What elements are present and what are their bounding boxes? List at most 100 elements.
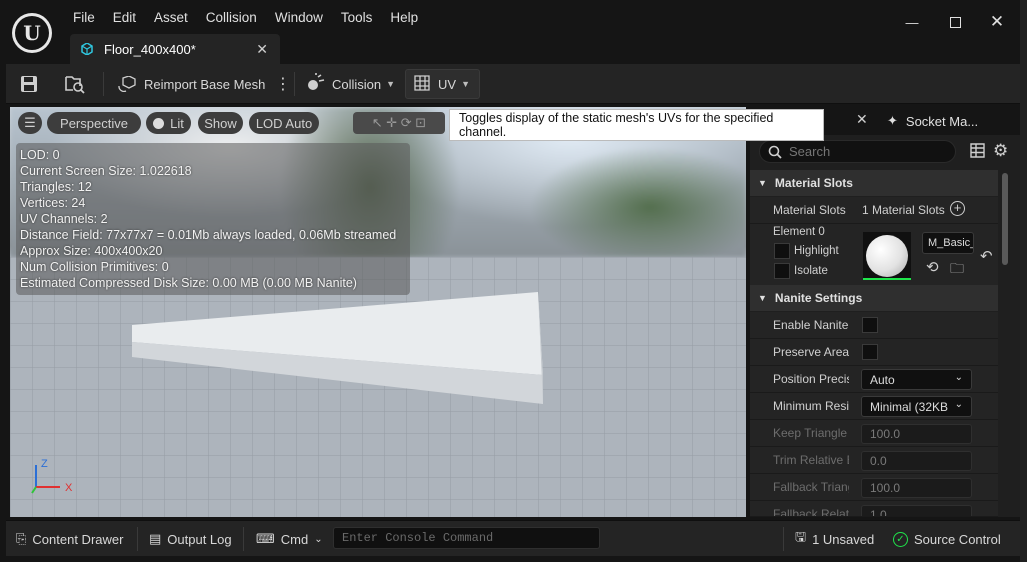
details-search-box[interactable] xyxy=(759,140,956,163)
menu-tools[interactable]: Tools xyxy=(332,6,382,28)
tab-socket-manager[interactable]: ✦ Socket Ma... xyxy=(875,107,1020,135)
static-mesh-icon xyxy=(81,43,93,55)
reimport-icon xyxy=(118,76,136,92)
collision-icon xyxy=(308,73,325,90)
lit-sphere-icon xyxy=(153,117,165,129)
property-label: Fallback Relativ xyxy=(773,507,849,517)
perspective-button[interactable]: Perspective xyxy=(47,112,141,134)
uv-grid-icon xyxy=(414,75,430,91)
maximize-icon[interactable] xyxy=(941,10,969,34)
menu-asset[interactable]: Asset xyxy=(145,6,197,28)
menu-file[interactable]: File xyxy=(64,6,104,28)
position-precision-dropdown[interactable]: Auto ⌄ xyxy=(861,369,972,390)
dropdown-value: Minimal (32KB) xyxy=(870,399,948,414)
cmd-dropdown[interactable]: ⌨ Cmd ⌄ xyxy=(256,521,323,557)
document-tab-title: Floor_400x400* xyxy=(104,41,196,57)
chevron-down-icon: ▼ xyxy=(386,79,396,89)
title-bar: U File Edit Asset Collision Window Tools… xyxy=(0,0,1027,64)
use-selected-icon[interactable]: ⟲ xyxy=(926,258,939,276)
highlight-checkbox[interactable] xyxy=(774,243,790,259)
reimport-base-mesh-button[interactable]: Reimport Base Mesh xyxy=(118,69,265,99)
material-slots-count: 1 Material Slots xyxy=(862,203,945,217)
close-window-icon[interactable]: ✕ xyxy=(983,10,1011,34)
unsaved-button[interactable]: 🖫 1 Unsaved xyxy=(795,521,874,557)
search-icon xyxy=(768,145,782,159)
menu-collision[interactable]: Collision xyxy=(197,6,266,28)
enable-nanite-row: Enable Nanite S xyxy=(750,312,998,339)
collapse-arrow-icon: ▼ xyxy=(758,293,767,303)
viewport-menu-icon[interactable]: ☰ xyxy=(18,112,42,134)
source-control-button[interactable]: ✓ Source Control xyxy=(893,521,1001,557)
chevron-down-icon: ▼ xyxy=(461,79,470,89)
isolate-checkbox[interactable] xyxy=(774,263,790,279)
show-button[interactable]: Show xyxy=(198,112,243,134)
enable-nanite-checkbox[interactable] xyxy=(862,317,878,333)
table-view-icon[interactable] xyxy=(970,143,985,161)
details-scrollbar[interactable] xyxy=(1002,173,1008,265)
material-picker[interactable]: M_Basic_ xyxy=(922,232,974,254)
stat-line: Vertices: 24 xyxy=(20,196,86,210)
check-circle-icon: ✓ xyxy=(893,531,908,547)
minimize-icon[interactable]: — xyxy=(898,10,926,34)
content-drawer-icon: ⎘ xyxy=(16,531,27,546)
material-slots-section-header[interactable]: ▼ Material Slots xyxy=(750,170,998,196)
browse-material-icon[interactable]: 🗀 xyxy=(950,258,964,282)
console-command-input[interactable]: Enter Console Command xyxy=(333,527,600,549)
add-slot-icon[interactable]: + xyxy=(950,201,965,216)
lit-button[interactable]: Lit xyxy=(146,112,191,134)
unreal-logo-icon[interactable]: U xyxy=(12,13,52,53)
search-input[interactable] xyxy=(789,144,939,159)
lod-button[interactable]: LOD Auto xyxy=(249,112,319,134)
keep-triangle-percent-field[interactable]: 100.0 xyxy=(861,424,972,444)
settings-gear-icon[interactable]: ⚙ xyxy=(993,141,1008,161)
nanite-settings-section-header[interactable]: ▼ Nanite Settings xyxy=(750,285,998,311)
static-mesh-editor-window: U File Edit Asset Collision Window Tools… xyxy=(0,0,1027,562)
menu-window[interactable]: Window xyxy=(266,6,332,28)
fallback-relative-error-row: Fallback Relativ 1.0 xyxy=(750,501,998,517)
output-log-label: Output Log xyxy=(167,531,232,547)
fallback-relative-error-field[interactable]: 1.0 xyxy=(861,505,972,516)
uv-tooltip: Toggles display of the static mesh's UVs… xyxy=(449,109,824,141)
save-icon[interactable] xyxy=(20,69,38,99)
section-title: Nanite Settings xyxy=(774,291,863,305)
isolate-label: Isolate xyxy=(794,265,828,277)
material-thumbnail[interactable] xyxy=(863,232,911,280)
background-window-edge xyxy=(1020,0,1027,562)
chevron-down-icon: ⌄ xyxy=(314,533,323,545)
axis-gizmo: Z X xyxy=(31,458,73,494)
fallback-triangle-percent-field[interactable]: 100.0 xyxy=(861,478,972,498)
more-options-icon[interactable]: ⋮ xyxy=(275,69,291,99)
preserve-area-row: Preserve Area xyxy=(750,339,998,366)
stat-line: Approx Size: 400x400x20 xyxy=(20,244,163,258)
content-drawer-button[interactable]: ⎘ Content Drawer xyxy=(16,521,123,557)
socket-icon: ✦ xyxy=(887,113,898,128)
status-bar: ⎘ Content Drawer ▤ Output Log ⌨ Cmd ⌄ En… xyxy=(6,520,1020,556)
unsaved-files-icon: 🖫 xyxy=(795,529,807,544)
minimum-residency-dropdown[interactable]: Minimal (32KB) ⌄ xyxy=(861,396,972,417)
mesh-stats-overlay: LOD: 0 Current Screen Size: 1.022618 Tri… xyxy=(16,143,410,295)
preserve-area-checkbox[interactable] xyxy=(862,344,878,360)
material-slots-label: Material Slots xyxy=(773,203,846,217)
keep-triangle-percent-row: Keep Triangle P 100.0 xyxy=(750,420,998,447)
stat-line: Num Collision Primitives: 0 xyxy=(20,260,169,274)
dropdown-value: Auto xyxy=(870,372,895,387)
trim-relative-error-field[interactable]: 0.0 xyxy=(861,451,972,471)
browse-asset-icon[interactable] xyxy=(64,69,86,99)
output-log-button[interactable]: ▤ Output Log xyxy=(149,521,232,557)
transform-tools[interactable]: ↖ ✛ ⟳ ⊡ xyxy=(353,112,445,134)
collision-dropdown[interactable]: Collision ▼ xyxy=(304,69,395,99)
toolbar: Reimport Base Mesh ⋮ Collision ▼ UV ▼ xyxy=(6,64,1020,104)
menu-edit[interactable]: Edit xyxy=(104,6,145,28)
minimum-residency-row: Minimum Resid Minimal (32KB) ⌄ xyxy=(750,393,998,420)
reset-to-default-icon[interactable]: ↶ xyxy=(980,247,993,265)
mesh-viewport[interactable]: ☰ Perspective Lit Show LOD Auto ↖ ✛ ⟳ ⊡ … xyxy=(10,107,746,517)
material-slots-row: Material Slots 1 Material Slots + xyxy=(750,197,998,224)
stat-line: Current Screen Size: 1.022618 xyxy=(20,164,192,178)
uv-dropdown[interactable]: UV ▼ xyxy=(405,69,480,99)
close-panel-tab-icon[interactable]: ✕ xyxy=(856,111,868,128)
property-label: Minimum Resid xyxy=(773,399,849,413)
property-label: Preserve Area xyxy=(773,345,849,359)
menu-help[interactable]: Help xyxy=(381,6,427,28)
document-tab[interactable]: Floor_400x400* ✕ xyxy=(70,34,280,64)
close-tab-icon[interactable]: ✕ xyxy=(256,41,268,58)
